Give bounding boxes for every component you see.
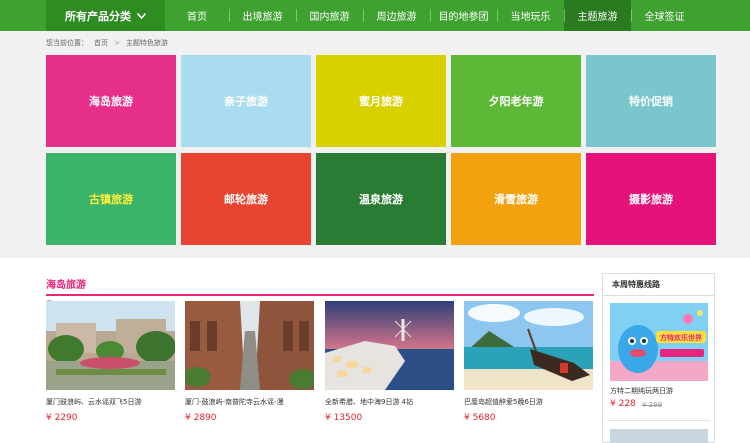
breadcrumb-home-link[interactable]: 首页 — [94, 38, 108, 48]
nav-item-theme-travel[interactable]: 主题旅游 — [564, 0, 631, 31]
panel-deal-image[interactable]: 方特欢乐世界 — [610, 303, 708, 381]
breadcrumb-separator-icon: > — [114, 39, 120, 47]
nav-item-domestic[interactable]: 国内旅游 — [296, 0, 363, 31]
card-price: ¥ 2890 — [185, 413, 217, 423]
card-image-gulangyu[interactable] — [185, 301, 314, 390]
card-title[interactable]: 全新希腊、地中海9日游 4钻 — [325, 397, 454, 407]
tile-family[interactable]: 亲子旅游 — [181, 55, 311, 147]
card-image-xiamen[interactable] — [46, 301, 175, 390]
breadcrumb-prefix: 您当前位置： — [46, 39, 88, 47]
tile-cruise[interactable]: 邮轮旅游 — [181, 153, 311, 245]
tile-special-offer[interactable]: 特价促销 — [586, 55, 716, 147]
card-price: ¥ 13500 — [325, 413, 363, 423]
tile-ancient-town[interactable]: 古镇旅游 — [46, 153, 176, 245]
card-image-bali[interactable] — [464, 301, 593, 390]
tile-photography[interactable]: 摄影旅游 — [586, 153, 716, 245]
panel-deal-price: ¥ 228 — [610, 399, 636, 409]
panel-deal-old-price: ¥ 299 — [642, 401, 663, 409]
tile-island[interactable]: 海岛旅游 — [46, 55, 176, 147]
nav-item-outbound[interactable]: 出境旅游 — [229, 0, 296, 31]
chevron-down-icon — [137, 12, 146, 19]
panel-title: 本周特惠线路 — [612, 280, 660, 289]
card-price: ¥ 2290 — [46, 413, 78, 423]
panel-deal-caption[interactable]: 方特二期纯玩两日游 — [610, 386, 708, 396]
card-image-greece[interactable] — [325, 301, 454, 390]
panel-separator — [607, 420, 710, 421]
tile-hot-spring[interactable]: 温泉旅游 — [316, 153, 446, 245]
card-title[interactable]: 巴厘岛超值醉爱5晚6日游 — [464, 397, 593, 407]
panel-second-deal-image[interactable] — [610, 429, 708, 443]
nav-item-home[interactable]: 首页 — [165, 0, 229, 31]
card-title[interactable]: 厦门鼓浪屿、云水谣双飞5日游 — [46, 397, 175, 407]
nav-item-local-fun[interactable]: 当地玩乐 — [497, 0, 564, 31]
section-title: 海岛旅游 — [46, 280, 86, 291]
panel-poster-text: 方特欢乐世界 — [660, 333, 703, 342]
breadcrumb-current: 主题特色旅游 — [125, 39, 168, 47]
nav-item-destination-group[interactable]: 目的地参团 — [430, 0, 497, 31]
all-categories-button[interactable]: 所有产品分类 — [46, 0, 165, 31]
tile-honeymoon[interactable]: 蜜月旅游 — [316, 55, 446, 147]
breadcrumb: 您当前位置： 首页 > 主题特色旅游 — [46, 38, 168, 48]
main-nav: 首页 出境旅游 国内旅游 周边旅游 目的地参团 当地玩乐 主题旅游 全球签证 — [165, 0, 698, 31]
card-title[interactable]: 厦门-鼓浪屿-南普陀寺云水谣-漫 — [185, 397, 314, 407]
nav-item-nearby[interactable]: 周边旅游 — [363, 0, 430, 31]
section-divider — [46, 294, 594, 296]
panel-divider — [602, 295, 715, 296]
tile-ski[interactable]: 滑雪旅游 — [451, 153, 581, 245]
card-price: ¥ 5680 — [464, 413, 496, 423]
all-categories-label: 所有产品分类 — [65, 9, 131, 23]
tile-senior[interactable]: 夕阳老年游 — [451, 55, 581, 147]
nav-item-global-visa[interactable]: 全球签证 — [631, 0, 698, 31]
